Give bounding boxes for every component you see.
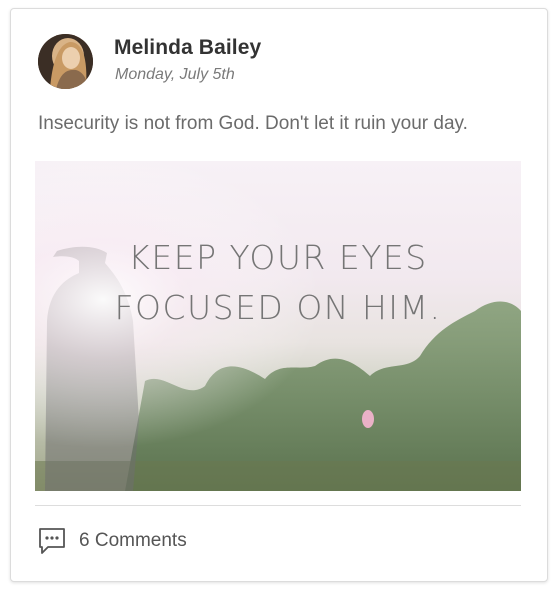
comments-count-label: 6 Comments xyxy=(79,530,187,551)
post-card: Melinda Bailey Monday, July 5th Insecuri… xyxy=(10,8,548,582)
post-image[interactable]: KEEP YOUR EYES FOCUSED ON HIM. xyxy=(35,161,521,491)
author-name[interactable]: Melinda Bailey xyxy=(114,36,261,60)
avatar-photo xyxy=(38,34,93,89)
author-avatar[interactable] xyxy=(38,34,93,89)
quote-line-2: FOCUSED ON HIM. xyxy=(114,288,442,327)
post-date: Monday, July 5th xyxy=(115,66,235,83)
image-quote: KEEP YOUR EYES FOCUSED ON HIM. xyxy=(35,233,521,333)
quote-line-1: KEEP YOUR EYES xyxy=(128,238,428,277)
comments-button[interactable]: 6 Comments xyxy=(38,526,187,556)
speech-bubble-icon xyxy=(39,528,65,554)
divider xyxy=(35,505,521,506)
post-text: Insecurity is not from God. Don't let it… xyxy=(38,113,468,134)
